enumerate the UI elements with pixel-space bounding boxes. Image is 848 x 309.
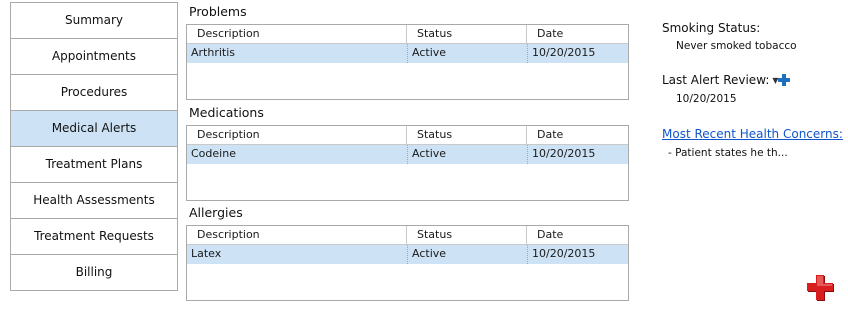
cell-description: Arthritis: [191, 46, 236, 59]
nav-item-treatment-requests[interactable]: Treatment Requests: [11, 219, 177, 255]
health-concern-item: - Patient states he th...: [668, 147, 788, 159]
problems-title: Problems: [189, 4, 247, 19]
column-header-description[interactable]: Description: [187, 126, 407, 144]
side-nav: Summary Appointments Procedures Medical …: [10, 2, 178, 291]
plus-icon[interactable]: [777, 73, 791, 87]
problems-grid: Description Status Date Arthritis Active…: [186, 24, 629, 100]
last-alert-review-value: 10/20/2015: [676, 93, 737, 105]
nav-item-procedures[interactable]: Procedures: [11, 75, 177, 111]
cell-date: 10/20/2015: [527, 245, 628, 264]
allergies-title: Allergies: [189, 205, 243, 220]
column-header-status[interactable]: Status: [407, 226, 527, 244]
nav-item-treatment-plans[interactable]: Treatment Plans: [11, 147, 177, 183]
nav-item-medical-alerts[interactable]: Medical Alerts: [11, 111, 177, 147]
smoking-status-value: Never smoked tobacco: [676, 40, 797, 52]
table-row[interactable]: Arthritis Active 10/20/2015: [187, 44, 628, 63]
cell-date: 10/20/2015: [527, 44, 628, 63]
last-alert-review-text: Last Alert Review:: [662, 73, 770, 87]
medical-cross-icon: [807, 275, 834, 301]
cell-description: Latex: [191, 247, 222, 260]
column-header-description[interactable]: Description: [187, 25, 407, 43]
column-header-date[interactable]: Date: [527, 25, 628, 43]
nav-item-summary[interactable]: Summary: [11, 3, 177, 39]
medications-grid: Description Status Date Codeine Active 1…: [186, 125, 629, 201]
last-alert-review-label: Last Alert Review: ▼: [662, 73, 779, 87]
smoking-status-label: Smoking Status:: [662, 21, 761, 35]
cell-date: 10/20/2015: [527, 145, 628, 164]
cell-status: Active: [407, 245, 527, 264]
column-header-status[interactable]: Status: [407, 126, 527, 144]
column-header-date[interactable]: Date: [527, 126, 628, 144]
table-row[interactable]: Codeine Active 10/20/2015: [187, 145, 628, 164]
grid-header: Description Status Date: [187, 226, 628, 245]
allergies-grid: Description Status Date Latex Active 10/…: [186, 225, 629, 301]
grid-header: Description Status Date: [187, 126, 628, 145]
table-row[interactable]: Latex Active 10/20/2015: [187, 245, 628, 264]
nav-item-appointments[interactable]: Appointments: [11, 39, 177, 75]
medications-title: Medications: [189, 105, 264, 120]
cell-status: Active: [407, 145, 527, 164]
cell-status: Active: [407, 44, 527, 63]
health-concerns-link[interactable]: Most Recent Health Concerns:: [662, 127, 843, 141]
column-header-date[interactable]: Date: [527, 226, 628, 244]
nav-item-billing[interactable]: Billing: [11, 255, 177, 290]
column-header-status[interactable]: Status: [407, 25, 527, 43]
column-header-description[interactable]: Description: [187, 226, 407, 244]
nav-item-health-assessments[interactable]: Health Assessments: [11, 183, 177, 219]
grid-header: Description Status Date: [187, 25, 628, 44]
cell-description: Codeine: [191, 147, 236, 160]
